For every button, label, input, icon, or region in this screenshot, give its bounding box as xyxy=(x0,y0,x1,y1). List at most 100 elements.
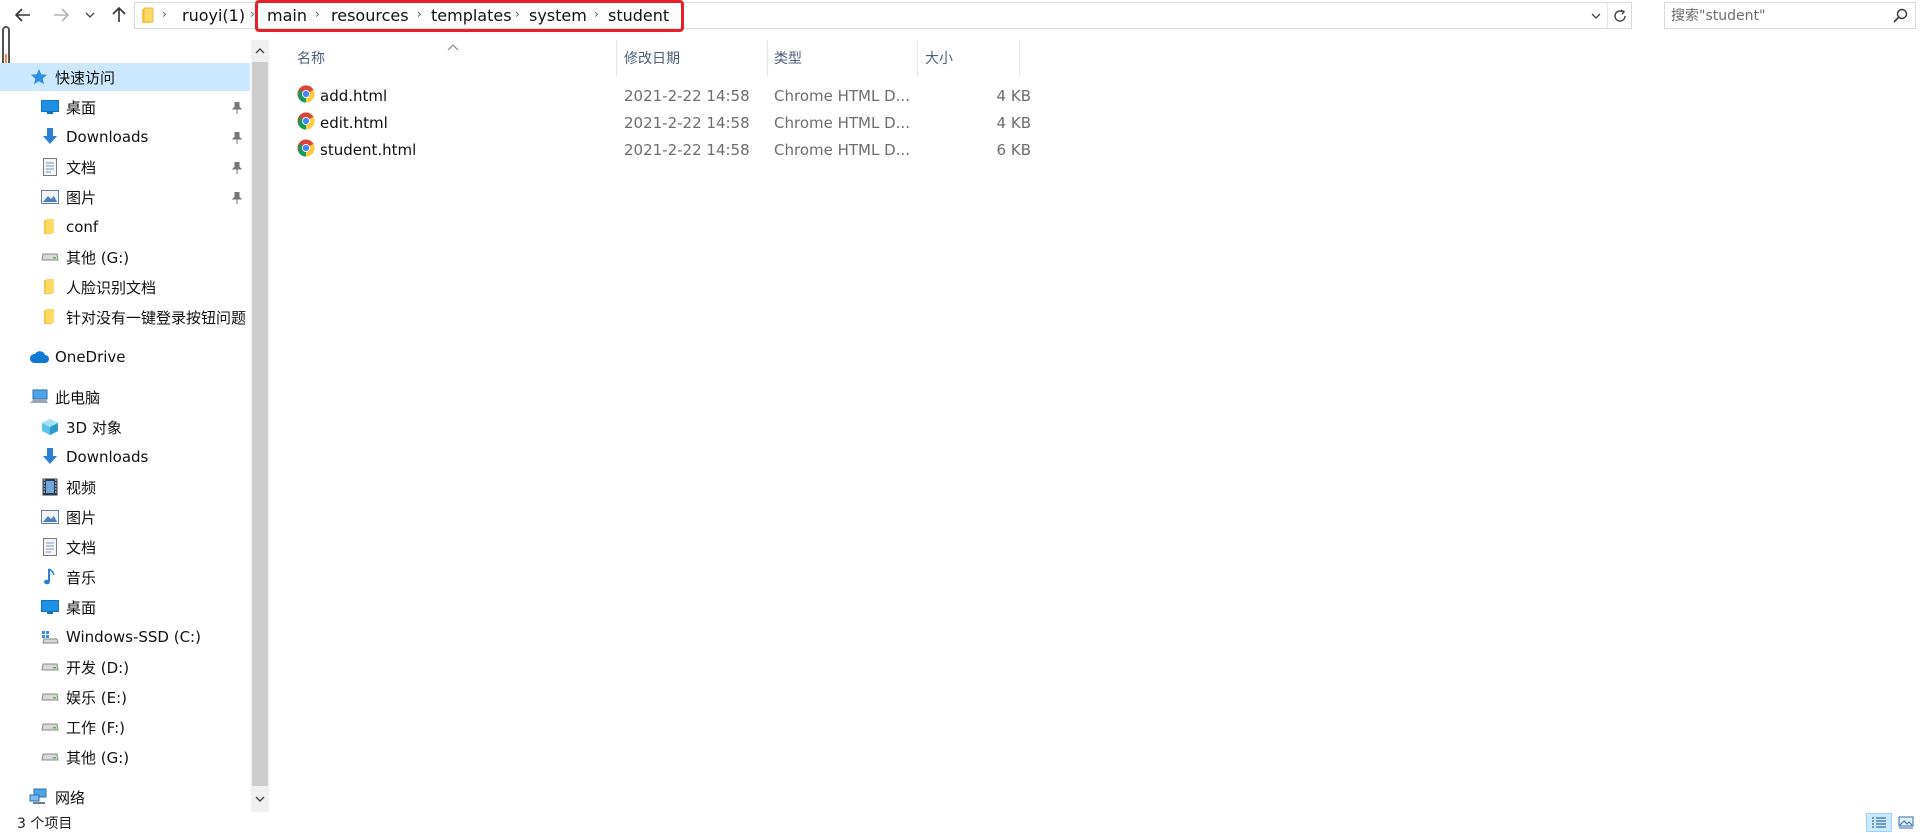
search-icon[interactable] xyxy=(1893,8,1908,27)
search-input[interactable] xyxy=(1671,6,1881,26)
nav-quick-conf[interactable]: conf xyxy=(0,213,250,241)
column-header-date[interactable]: 修改日期 xyxy=(624,40,680,76)
file-row[interactable]: student.html 2021-2-22 14:58 Chrome HTML… xyxy=(272,136,1032,163)
nav-pc-documents[interactable]: 文档 xyxy=(0,533,250,561)
nav-pc-desktop[interactable]: 桌面 xyxy=(0,593,250,621)
music-icon xyxy=(40,567,60,587)
nav-pc-3d-objects[interactable]: 3D 对象 xyxy=(0,413,250,441)
chrome-icon xyxy=(297,84,315,107)
drive-icon xyxy=(40,657,60,677)
nav-quick-desktop[interactable]: 桌面 xyxy=(0,93,250,121)
nav-network[interactable]: 网络 xyxy=(0,783,250,811)
drive-icon xyxy=(40,247,60,267)
scrollbar-thumb[interactable] xyxy=(252,62,268,786)
scroll-down-button[interactable] xyxy=(251,790,269,808)
nav-quick-login-issue[interactable]: 针对没有一键登录按钮问题 xyxy=(0,303,250,331)
picture-icon xyxy=(40,187,60,207)
up-button[interactable] xyxy=(106,3,132,27)
refresh-icon xyxy=(1613,8,1626,22)
column-divider[interactable] xyxy=(616,40,617,76)
nav-pc-videos[interactable]: 视频 xyxy=(0,473,250,501)
column-header-size[interactable]: 大小 xyxy=(925,40,953,76)
arrow-up-icon xyxy=(112,7,126,22)
file-row[interactable]: add.html 2021-2-22 14:58 Chrome HTML D..… xyxy=(272,82,1032,109)
nav-pc-drive-c[interactable]: Windows-SSD (C:) xyxy=(0,623,250,651)
scroll-up-button[interactable] xyxy=(251,42,269,60)
nav-quick-access[interactable]: 快速访问 xyxy=(0,63,250,91)
nav-pc-downloads[interactable]: Downloads xyxy=(0,443,250,471)
file-type: Chrome HTML D... xyxy=(774,140,910,159)
column-header-name[interactable]: 名称 xyxy=(297,40,325,76)
folder-icon xyxy=(40,277,60,297)
file-row[interactable]: edit.html 2021-2-22 14:58 Chrome HTML D.… xyxy=(272,109,1032,136)
large-icons-view-button[interactable] xyxy=(1893,813,1919,832)
pin-icon[interactable] xyxy=(231,100,243,118)
column-divider[interactable] xyxy=(1019,40,1020,76)
nav-quick-drive-g[interactable]: 其他 (G:) xyxy=(0,243,250,271)
column-header-type[interactable]: 类型 xyxy=(774,40,802,76)
network-icon xyxy=(29,787,49,807)
download-icon xyxy=(40,127,60,147)
chrome-icon xyxy=(297,139,315,161)
nav-quick-documents[interactable]: 文档 xyxy=(0,153,250,181)
file-list: 名称 修改日期 类型 大小 add.html 2021-2-22 14:58 C… xyxy=(272,40,1912,812)
file-size: 4 KB xyxy=(996,113,1031,132)
details-view-button[interactable] xyxy=(1866,813,1892,832)
nav-this-pc[interactable]: 此电脑 xyxy=(0,383,250,411)
navigation-scrollbar[interactable] xyxy=(251,40,269,812)
large-icons-view-icon xyxy=(1898,816,1914,828)
folder-icon xyxy=(40,217,60,237)
forward-button[interactable] xyxy=(48,3,74,27)
file-name: student.html xyxy=(320,140,417,159)
status-bar: 3 个项目 xyxy=(0,812,1920,832)
desktop-icon xyxy=(40,97,60,117)
nav-pc-drive-d[interactable]: 开发 (D:) xyxy=(0,653,250,681)
file-name: edit.html xyxy=(320,113,388,132)
nav-pc-drive-f[interactable]: 工作 (F:) xyxy=(0,713,250,741)
nav-quick-face-docs[interactable]: 人脸识别文档 xyxy=(0,273,250,301)
pin-icon[interactable] xyxy=(231,130,243,148)
chrome-icon xyxy=(297,112,315,134)
nav-pc-music[interactable]: 音乐 xyxy=(0,563,250,591)
recent-locations-button[interactable] xyxy=(80,3,100,27)
crumb-root[interactable]: ruoyi(1) xyxy=(182,6,245,25)
nav-pc-pictures[interactable]: 图片 xyxy=(0,503,250,531)
nav-quick-downloads[interactable]: Downloads xyxy=(0,123,250,151)
cloud-icon xyxy=(29,347,49,367)
pin-icon[interactable] xyxy=(231,160,243,178)
system-drive-icon xyxy=(40,627,60,647)
file-type: Chrome HTML D... xyxy=(774,113,910,132)
document-icon xyxy=(40,157,60,177)
navigation-pane: 快速访问 桌面 Downloads 文档 图片 conf 其他 (G:) 人脸识… xyxy=(0,40,252,812)
3d-objects-icon xyxy=(40,417,60,437)
sort-ascending-icon xyxy=(447,40,459,54)
arrow-right-icon xyxy=(54,8,69,22)
search-box[interactable] xyxy=(1664,2,1916,29)
chevron-down-icon xyxy=(255,796,265,802)
chevron-up-icon xyxy=(255,48,265,54)
desktop-icon xyxy=(40,597,60,617)
back-button[interactable] xyxy=(10,3,36,27)
nav-pc-drive-g[interactable]: 其他 (G:) xyxy=(0,743,250,771)
drive-icon xyxy=(40,717,60,737)
column-divider[interactable] xyxy=(917,40,918,76)
download-icon xyxy=(40,447,60,467)
drive-icon xyxy=(40,687,60,707)
column-divider[interactable] xyxy=(767,40,768,76)
item-count: 3 个项目 xyxy=(17,816,73,832)
chevron-right-icon: › xyxy=(162,7,167,21)
drive-icon xyxy=(40,747,60,767)
picture-icon xyxy=(40,507,60,527)
nav-quick-pictures[interactable]: 图片 xyxy=(0,183,250,211)
nav-pc-drive-e[interactable]: 娱乐 (E:) xyxy=(0,683,250,711)
file-size: 4 KB xyxy=(996,86,1031,105)
chevron-down-icon xyxy=(1591,13,1601,19)
address-history-button[interactable] xyxy=(1585,3,1607,28)
file-date: 2021-2-22 14:58 xyxy=(624,140,750,159)
pin-icon[interactable] xyxy=(231,190,243,208)
address-toolbar: › ruoyi(1) › main › resources › template… xyxy=(0,0,1920,32)
refresh-button[interactable] xyxy=(1607,3,1631,28)
file-date: 2021-2-22 14:58 xyxy=(624,86,750,105)
arrow-left-icon xyxy=(15,8,30,22)
nav-onedrive[interactable]: OneDrive xyxy=(0,343,250,371)
